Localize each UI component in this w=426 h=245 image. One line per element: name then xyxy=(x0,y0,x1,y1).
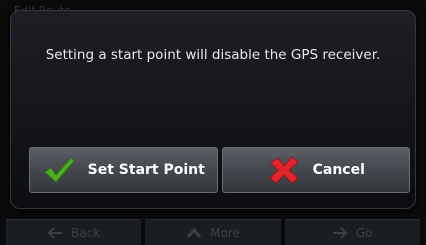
set-start-point-button[interactable]: Set Start Point xyxy=(29,147,218,193)
go-label: Go xyxy=(356,225,373,240)
chevron-up-icon xyxy=(186,227,202,238)
more-label: More xyxy=(210,225,240,240)
more-button: More xyxy=(145,219,281,245)
cancel-button[interactable]: Cancel xyxy=(221,147,410,193)
checkmark-icon xyxy=(43,157,75,183)
confirmation-dialog: Setting a start point will disable the G… xyxy=(10,10,416,209)
bottom-nav: Back More Go xyxy=(0,219,426,245)
back-label: Back xyxy=(71,225,101,240)
dialog-actions: Set Start Point Cancel xyxy=(29,147,410,193)
dialog-message: Setting a start point will disable the G… xyxy=(45,47,381,63)
arrow-left-icon xyxy=(47,226,63,239)
arrow-right-icon xyxy=(333,226,348,239)
cross-icon xyxy=(268,156,299,184)
set-start-point-label: Set Start Point xyxy=(87,162,205,178)
cancel-label: Cancel xyxy=(312,162,365,178)
go-button: Go xyxy=(284,219,420,245)
back-button: Back xyxy=(6,219,142,245)
